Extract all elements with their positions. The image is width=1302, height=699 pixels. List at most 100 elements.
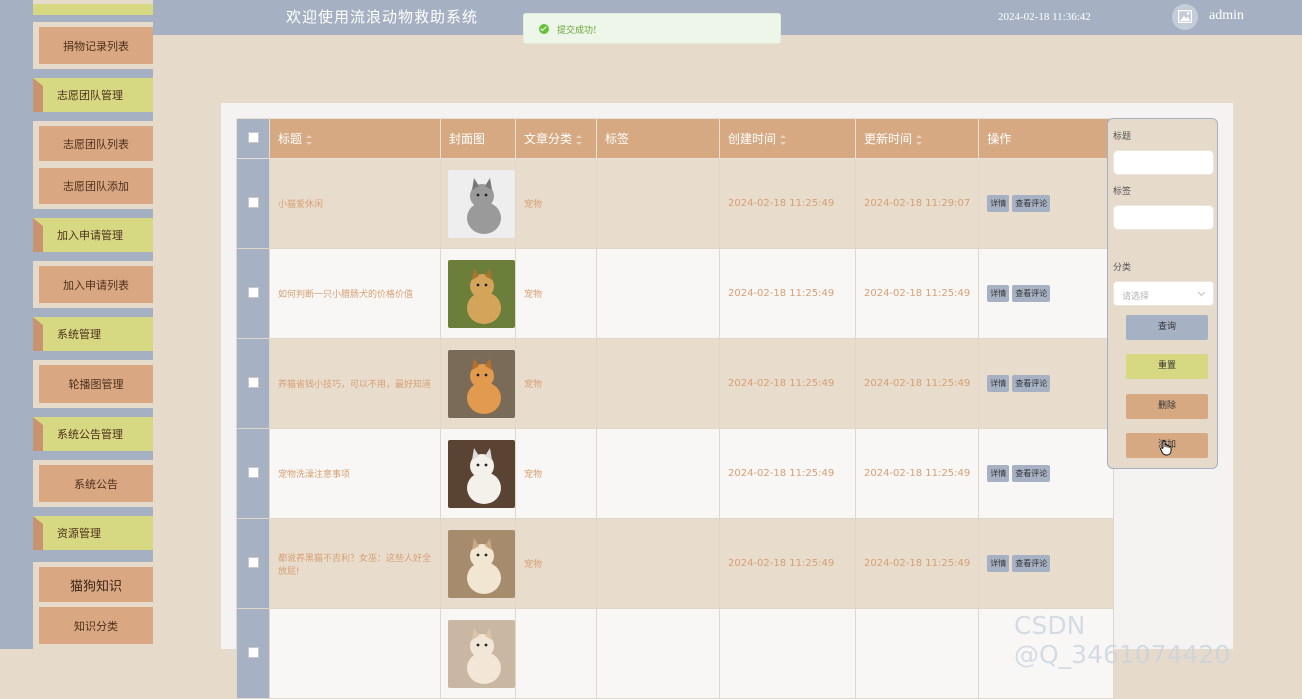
created-cell — [719, 608, 856, 699]
category-select[interactable]: 请选择 — [1113, 281, 1214, 306]
detail-button[interactable]: 详情 — [987, 285, 1010, 302]
sidebar-group-partial[interactable] — [33, 0, 153, 15]
article-title: 如何判断一只小腊肠犬的价格价值 — [278, 290, 414, 300]
sidebar-group-join-requests[interactable]: 加入申请管理 — [33, 218, 153, 252]
sidebar-item-knowledge-category[interactable]: 知识分类 — [33, 602, 153, 649]
actions-cell: 详情 查看评论 — [978, 248, 1115, 339]
tags-cell — [596, 338, 720, 429]
row-select-cell — [236, 248, 270, 339]
row-checkbox[interactable] — [247, 286, 259, 298]
sidebar-item-volunteer-list[interactable]: 志愿团队列表 — [33, 121, 153, 166]
detail-button[interactable]: 详情 — [987, 195, 1010, 212]
sidebar-group-label: 加入申请管理 — [57, 229, 123, 242]
row-checkbox[interactable] — [247, 466, 259, 478]
cover-cell — [440, 428, 516, 519]
cover-cell — [440, 158, 516, 249]
column-label: 更新时间 — [864, 132, 913, 146]
category-cell: 宠物 — [515, 428, 597, 519]
view-comments-button[interactable]: 查看评论 — [1012, 465, 1051, 482]
view-comments-button[interactable]: 查看评论 — [1012, 285, 1051, 302]
select-all-checkbox[interactable] — [247, 131, 259, 143]
sidebar-item-donation-records[interactable]: 捐物记录列表 — [33, 22, 153, 69]
sidebar-group-system[interactable]: 系统管理 — [33, 317, 153, 351]
row-select-cell — [236, 428, 270, 519]
cover-cell — [440, 518, 516, 609]
created-cell: 2024-02-18 11:25:49 — [719, 428, 856, 519]
created-time: 2024-02-18 11:25:49 — [728, 378, 835, 389]
username[interactable]: admin — [1209, 8, 1244, 24]
sidebar-group-resources[interactable]: 资源管理 — [33, 516, 153, 550]
table-row[interactable]: 小猫爱休闲 宠物 2024-02-18 11:25:49 2024-02-18 … — [236, 158, 1115, 249]
title-filter-input[interactable] — [1113, 150, 1214, 175]
cover-cell — [440, 338, 516, 429]
column-updated[interactable]: 更新时间 — [854, 118, 980, 159]
created-cell: 2024-02-18 11:25:49 — [719, 518, 856, 609]
sidebar-item-label: 系统公告 — [74, 477, 118, 491]
sidebar-group-announcements[interactable]: 系统公告管理 — [33, 417, 153, 451]
sidebar-item-carousel[interactable]: 轮播图管理 — [33, 360, 153, 408]
updated-cell: 2024-02-18 11:29:07 — [854, 158, 980, 249]
column-title[interactable]: 标题 — [269, 118, 441, 159]
article-table: 标题 封面图 文章分类 标签 创建时间 更新时间 操作 小猫爱休闲 宠物 202… — [236, 118, 1115, 699]
tag-filter-input[interactable] — [1113, 205, 1214, 230]
view-comments-button[interactable]: 查看评论 — [1012, 375, 1051, 392]
article-category: 宠物 — [524, 200, 543, 210]
title-filter-label: 标题 — [1113, 132, 1132, 142]
article-title: 养猫省钱小技巧，可以不用，最好知道 — [278, 380, 432, 390]
sidebar-item-join-request-list[interactable]: 加入申请列表 — [33, 261, 153, 308]
view-comments-button[interactable]: 查看评论 — [1012, 195, 1051, 212]
sidebar-item-announcement[interactable]: 系统公告 — [33, 460, 153, 507]
column-category[interactable]: 文章分类 — [515, 118, 597, 159]
sidebar-item-volunteer-add[interactable]: 志愿团队添加 — [33, 163, 153, 209]
title-cell: 宠物洗澡注意事项 — [269, 428, 441, 519]
cover-image[interactable] — [448, 439, 515, 508]
sort-icon[interactable] — [306, 134, 313, 145]
select-all-cell — [236, 118, 270, 159]
cover-image[interactable] — [448, 529, 515, 598]
updated-cell: 2024-02-18 11:25:49 — [854, 248, 980, 339]
detail-button[interactable]: 详情 — [987, 465, 1010, 482]
sort-icon[interactable] — [916, 134, 923, 145]
table-row[interactable] — [236, 608, 1115, 699]
row-checkbox[interactable] — [247, 196, 259, 208]
cover-image[interactable] — [448, 259, 515, 328]
title-cell: 如何判断一只小腊肠犬的价格价值 — [269, 248, 441, 339]
created-time: 2024-02-18 11:25:49 — [728, 288, 835, 299]
detail-button[interactable]: 详情 — [987, 375, 1010, 392]
cover-image[interactable] — [448, 349, 515, 418]
detail-button[interactable]: 详情 — [987, 555, 1010, 572]
row-select-cell — [236, 608, 270, 699]
delete-button[interactable]: 删除 — [1126, 394, 1208, 419]
success-toast: 提交成功! — [523, 13, 781, 44]
table-row[interactable]: 宠物洗澡注意事项 宠物 2024-02-18 11:25:49 2024-02-… — [236, 428, 1115, 519]
check-circle-icon — [539, 24, 549, 34]
sidebar-item-label: 加入申请列表 — [63, 278, 129, 292]
column-label: 标签 — [605, 132, 630, 146]
sort-icon[interactable] — [780, 134, 787, 145]
column-actions: 操作 — [978, 118, 1115, 159]
avatar[interactable] — [1172, 4, 1198, 30]
table-row[interactable]: 都说养黑猫不吉利？女巫：这些人好全放屁! 宠物 2024-02-18 11:25… — [236, 518, 1115, 609]
sort-icon[interactable] — [576, 134, 583, 145]
table-row[interactable]: 如何判断一只小腊肠犬的价格价值 宠物 2024-02-18 11:25:49 2… — [236, 248, 1115, 339]
sidebar: 捐物记录列表 志愿团队管理 志愿团队列表 志愿团队添加 加入申请管理 加入申请列… — [0, 0, 153, 649]
search-panel: 标题 标签 分类 请选择 查询 重置 删除 添加 — [1107, 118, 1218, 469]
sidebar-group-label: 系统管理 — [57, 328, 101, 341]
reset-button[interactable]: 重置 — [1126, 354, 1208, 379]
updated-time: 2024-02-18 11:25:49 — [864, 288, 971, 299]
row-checkbox[interactable] — [247, 376, 259, 388]
table-row[interactable]: 养猫省钱小技巧，可以不用，最好知道 宠物 2024-02-18 11:25:49… — [236, 338, 1115, 429]
cover-image[interactable] — [448, 619, 515, 688]
category-cell: 宠物 — [515, 338, 597, 429]
tags-cell — [596, 428, 720, 519]
query-button[interactable]: 查询 — [1126, 315, 1208, 340]
hand-cursor-icon — [1160, 440, 1172, 456]
row-checkbox[interactable] — [247, 646, 259, 658]
view-comments-button[interactable]: 查看评论 — [1012, 555, 1051, 572]
cover-image[interactable] — [448, 169, 515, 238]
sidebar-group-volunteer-team[interactable]: 志愿团队管理 — [33, 78, 153, 112]
row-checkbox[interactable] — [247, 556, 259, 568]
column-created[interactable]: 创建时间 — [719, 118, 856, 159]
column-cover: 封面图 — [440, 118, 516, 159]
tags-cell — [596, 518, 720, 609]
